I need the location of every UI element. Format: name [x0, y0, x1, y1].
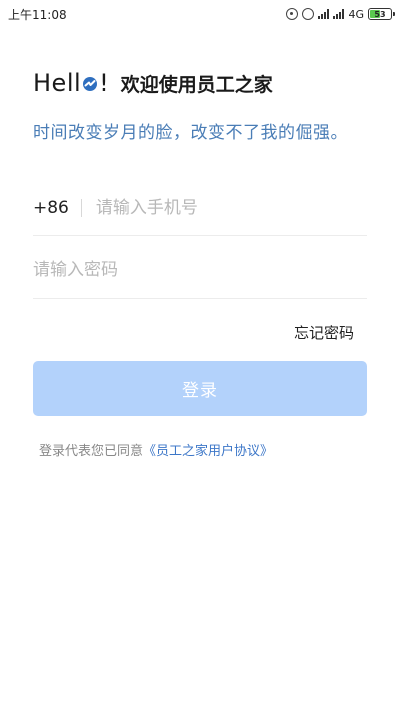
globe-icon: [83, 77, 98, 91]
divider: [80, 198, 82, 217]
signal-icon-secondary: [333, 9, 345, 19]
network-label: 4G: [348, 7, 364, 21]
user-agreement-link[interactable]: 《员工之家用户协议》: [143, 444, 273, 459]
signal-icon: [318, 9, 330, 19]
battery-icon: 53: [368, 8, 395, 20]
slogan-text: 时间改变岁月的脸，改变不了我的倔强。: [33, 123, 348, 143]
phone-input-row: +86: [33, 180, 367, 236]
hello-suffix: !: [99, 69, 109, 97]
hotspot-icon: [286, 8, 299, 20]
hello-prefix: Hell: [33, 69, 82, 97]
agreement-prefix: 登录代表您已同意: [39, 444, 144, 459]
hello-header: Hell ! 欢迎使用员工之家: [33, 66, 273, 100]
welcome-title: 欢迎使用员工之家: [120, 73, 273, 96]
battery-level: 53: [374, 9, 386, 19]
password-input-row: [33, 242, 367, 299]
country-code[interactable]: +86: [33, 198, 69, 218]
status-left: 上午11:08: [8, 6, 67, 23]
status-bar: 上午11:08 4G 53: [0, 0, 400, 28]
status-time: 上午11:08: [8, 7, 67, 22]
status-right: 4G 53: [286, 7, 395, 21]
phone-input[interactable]: [95, 197, 367, 218]
agreement-text: 登录代表您已同意《员工之家用户协议》: [39, 440, 273, 459]
forgot-password-link[interactable]: 忘记密码: [294, 322, 354, 343]
password-input[interactable]: [33, 260, 367, 280]
login-button[interactable]: 登录: [33, 361, 367, 416]
alarm-icon: [302, 8, 315, 20]
